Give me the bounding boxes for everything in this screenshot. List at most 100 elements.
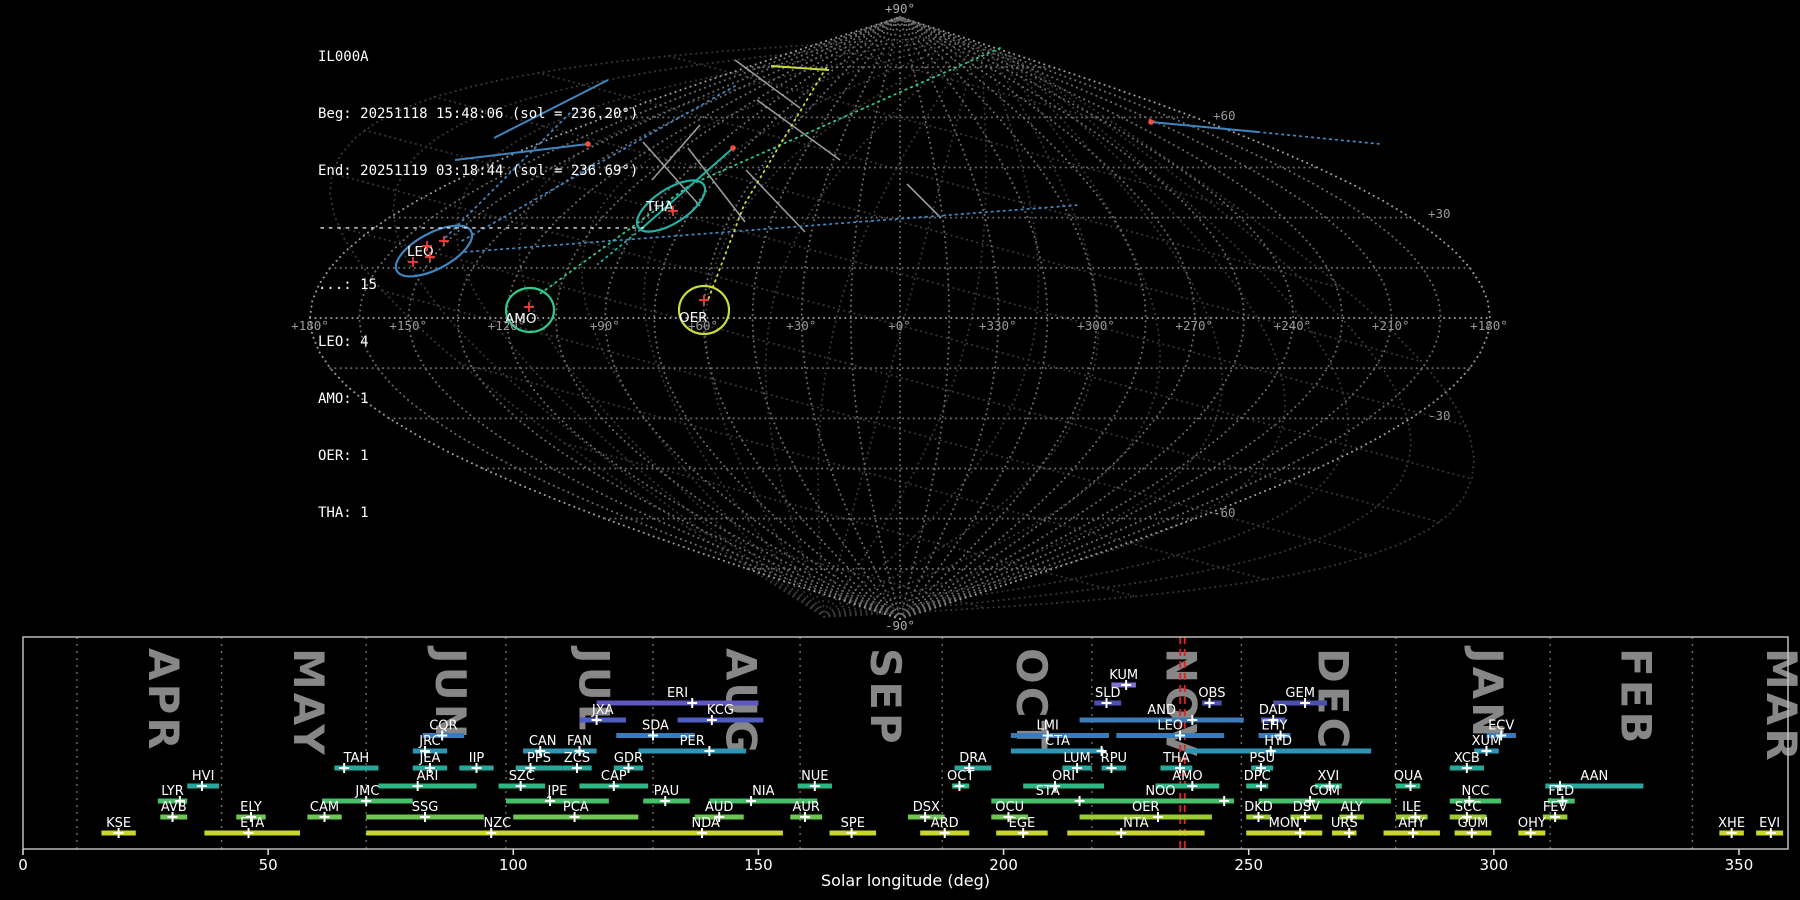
shower-code-label: NIA xyxy=(752,784,775,799)
sporadic-meteor-trail xyxy=(745,169,806,233)
shower-bar-hyd xyxy=(1184,748,1372,754)
month-label-dec: DEC xyxy=(1309,648,1358,751)
shower-bar-jpe xyxy=(505,798,609,804)
lon-label: +30° xyxy=(786,318,816,333)
shower-code-label: TAH xyxy=(343,751,370,766)
shower-code-label: DSV xyxy=(1293,800,1320,815)
shower-peak-marker xyxy=(704,746,715,756)
shower-code-label: CQR xyxy=(429,719,457,734)
shower-code-label: PAU xyxy=(654,784,679,799)
x-axis-title: Solar longitude (deg) xyxy=(821,871,990,890)
red-dot xyxy=(1148,119,1154,125)
shower-code-label: DPC xyxy=(1244,769,1271,784)
count-leo: LEO: 4 xyxy=(318,334,369,350)
shower-code-label: QUA xyxy=(1394,769,1423,784)
shower-code-label: NTA xyxy=(1123,816,1149,831)
lon-label: +300° xyxy=(1077,318,1115,333)
sporadic-meteor-trail xyxy=(687,147,746,223)
shower-code-label: AAN xyxy=(1580,769,1608,784)
axis-tick-label: 0 xyxy=(18,856,28,874)
shower-code-label: SLD xyxy=(1095,686,1121,701)
shower-code-label: EHY xyxy=(1261,719,1287,734)
axis-tick-label: 200 xyxy=(989,856,1018,874)
lat-label: +60 xyxy=(1213,108,1236,123)
lat-label: -30 xyxy=(1428,408,1451,423)
meteor-trail-dotted xyxy=(1257,131,1381,145)
grid2-parallel xyxy=(818,43,1116,125)
shower-code-label: NOO xyxy=(1145,784,1175,799)
shower-bar-jxa xyxy=(579,717,627,723)
sporadic-meteors xyxy=(642,59,942,233)
station-code: IL000A xyxy=(318,49,369,65)
shower-code-label: URS xyxy=(1331,816,1358,831)
shower-code-label: FED xyxy=(1548,784,1574,799)
shower-bar-mon xyxy=(1246,830,1323,836)
month-label-sep: SEP xyxy=(861,648,910,747)
shower-code-label: EGE xyxy=(1009,816,1036,831)
shower-code-label: NZC xyxy=(483,816,511,831)
count-amo: AMO: 1 xyxy=(318,391,369,407)
shower-code-label: STA xyxy=(1036,784,1060,799)
shower-code-label: COM xyxy=(1309,784,1340,799)
pole-label-south: -90° xyxy=(885,618,915,633)
shower-bar-seg xyxy=(1082,733,1109,738)
count-tha: THA: 1 xyxy=(318,505,369,521)
shower-bar-ari xyxy=(378,783,477,789)
shower-code-label: OHY xyxy=(1518,816,1546,831)
month-label-mar: MAR xyxy=(1757,648,1800,764)
red-dot xyxy=(730,145,736,151)
count-sporadic: ...: 15 xyxy=(318,277,378,293)
shower-code-label: THA xyxy=(1162,751,1190,766)
shower-code-label: ILE xyxy=(1402,800,1421,815)
meteor-trail-dotted xyxy=(707,67,827,301)
shower-code-label: OCT xyxy=(947,769,974,784)
shower-code-label: EVI xyxy=(1759,816,1780,831)
month-label-feb: FEB xyxy=(1611,648,1660,746)
x-axis: 0 50 100 150 200 250 300 350 Solar longitude (de… xyxy=(18,849,1753,890)
shower-code-label: AHY xyxy=(1398,816,1425,831)
shower-code-label: SCC xyxy=(1455,800,1481,815)
radiant-label-tha: THA xyxy=(645,199,674,215)
shower-code-label: HVI xyxy=(192,769,215,784)
axis-tick-label: 50 xyxy=(259,856,278,874)
shower-code-label: ARI xyxy=(417,769,439,784)
month-label-may: MAY xyxy=(284,648,333,758)
separator: --------------------------------------- xyxy=(318,220,647,236)
meteor-trail xyxy=(1150,121,1259,133)
shower-bar-kcg xyxy=(677,717,764,723)
shower-code-label: JXA xyxy=(591,703,614,718)
lon-label: +60° xyxy=(688,318,718,333)
observation-header: IL000A Beg: 20251118 15:48:06 (sol = 236… xyxy=(318,10,647,561)
shower-bar-com xyxy=(1258,798,1391,804)
shower-code-label: NDA xyxy=(692,816,721,831)
shower-code-label: RPU xyxy=(1101,751,1127,766)
shower-code-label: DRA xyxy=(959,751,987,766)
axis-tick-label: 150 xyxy=(744,856,773,874)
shower-code-label: OER xyxy=(1132,800,1159,815)
shower-code-label: KUM xyxy=(1109,668,1138,683)
shower-code-label: HYD xyxy=(1264,734,1292,749)
shower-code-label: SDA xyxy=(642,719,669,734)
sporadic-meteor-trail xyxy=(756,99,841,161)
shower-code-label: SZC xyxy=(509,769,535,784)
shower-code-label: OCU xyxy=(995,800,1024,815)
shower-bar-nta xyxy=(1067,830,1205,836)
lon-label: +270° xyxy=(1175,318,1213,333)
shower-bar-nzc xyxy=(366,830,629,836)
lon-label: +240° xyxy=(1274,318,1312,333)
shower-code-label: GUM xyxy=(1458,816,1489,831)
lon-label: +0° xyxy=(888,318,911,333)
shower-code-label: DSX xyxy=(913,800,940,815)
shower-code-label: PER xyxy=(680,734,705,749)
count-oer: OER: 1 xyxy=(318,448,369,464)
end-time: End: 20251119 03:18:44 (sol = 236.69°) xyxy=(318,163,639,179)
axis-tick-label: 250 xyxy=(1234,856,1263,874)
lon-label: +330° xyxy=(979,318,1017,333)
grid2-meridian xyxy=(823,34,1413,618)
month-label-apr: APR xyxy=(139,648,188,753)
lat-label: -60 xyxy=(1213,505,1236,520)
shower-code-label: AND xyxy=(1147,703,1176,718)
shower-bar-per xyxy=(638,748,747,754)
shower-code-label: ERI xyxy=(667,686,688,701)
shower-bar-eri xyxy=(596,700,759,706)
